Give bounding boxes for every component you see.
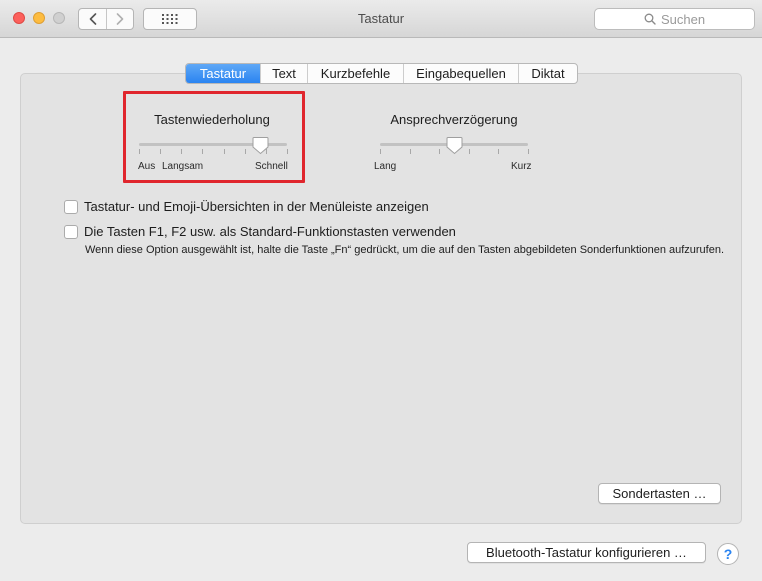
slider-tick [181,149,182,154]
slider-tick [202,149,203,154]
slider-tick [469,149,470,154]
title-bar: Tastatur Suchen [0,0,762,38]
search-field[interactable]: Suchen [594,8,755,30]
show-viewers-option[interactable]: Tastatur- und Emoji-Übersichten in der M… [64,199,429,214]
tab-text[interactable]: Text [260,64,307,83]
delay-label-long: Lang [374,161,397,172]
delay-until-repeat-title: Ansprechverzögerung [390,112,518,127]
slider-tick [439,149,440,154]
key-repeat-slider-knob[interactable] [252,136,269,155]
slider-tick [160,149,161,154]
slider-tick [528,149,529,154]
tab-bar: Tastatur Text Kurzbefehle Eingabequellen… [185,63,578,84]
search-placeholder: Suchen [660,11,706,27]
key-repeat-label-slow: Langsam [162,161,204,172]
fn-keys-label: Die Tasten F1, F2 usw. als Standard-Funk… [84,224,456,239]
tab-tastatur[interactable]: Tastatur [186,64,260,83]
help-button[interactable]: ? [717,543,739,565]
key-repeat-title: Tastenwiederholung [154,112,270,127]
slider-tick [380,149,381,154]
search-icon [644,13,656,25]
tab-eingabequellen[interactable]: Eingabequellen [403,64,518,83]
key-repeat-label-fast: Schnell [255,161,288,172]
slider-tick [224,149,225,154]
key-repeat-label-off: Aus [138,161,156,172]
tab-diktat[interactable]: Diktat [518,64,577,83]
slider-tick [498,149,499,154]
modifier-keys-button[interactable]: Sondertasten … [598,483,721,504]
slider-tick [245,149,246,154]
fn-keys-note: Wenn diese Option ausgewählt ist, halte … [85,244,725,256]
tab-kurzbefehle[interactable]: Kurzbefehle [307,64,403,83]
fn-keys-option[interactable]: Die Tasten F1, F2 usw. als Standard-Funk… [64,224,456,239]
preferences-window: Tastatur Suchen Tastatur Text Kurzbefehl… [0,0,762,581]
bluetooth-keyboard-button[interactable]: Bluetooth-Tastatur konfigurieren … [467,542,706,563]
show-viewers-label: Tastatur- und Emoji-Übersichten in der M… [84,199,429,214]
show-viewers-checkbox[interactable] [64,199,78,214]
slider-tick [139,149,140,154]
delay-until-repeat-slider-knob[interactable] [446,136,463,155]
delay-label-short: Kurz [511,161,532,172]
slider-tick [410,149,411,154]
fn-keys-checkbox[interactable] [64,224,78,239]
slider-tick [287,149,288,154]
